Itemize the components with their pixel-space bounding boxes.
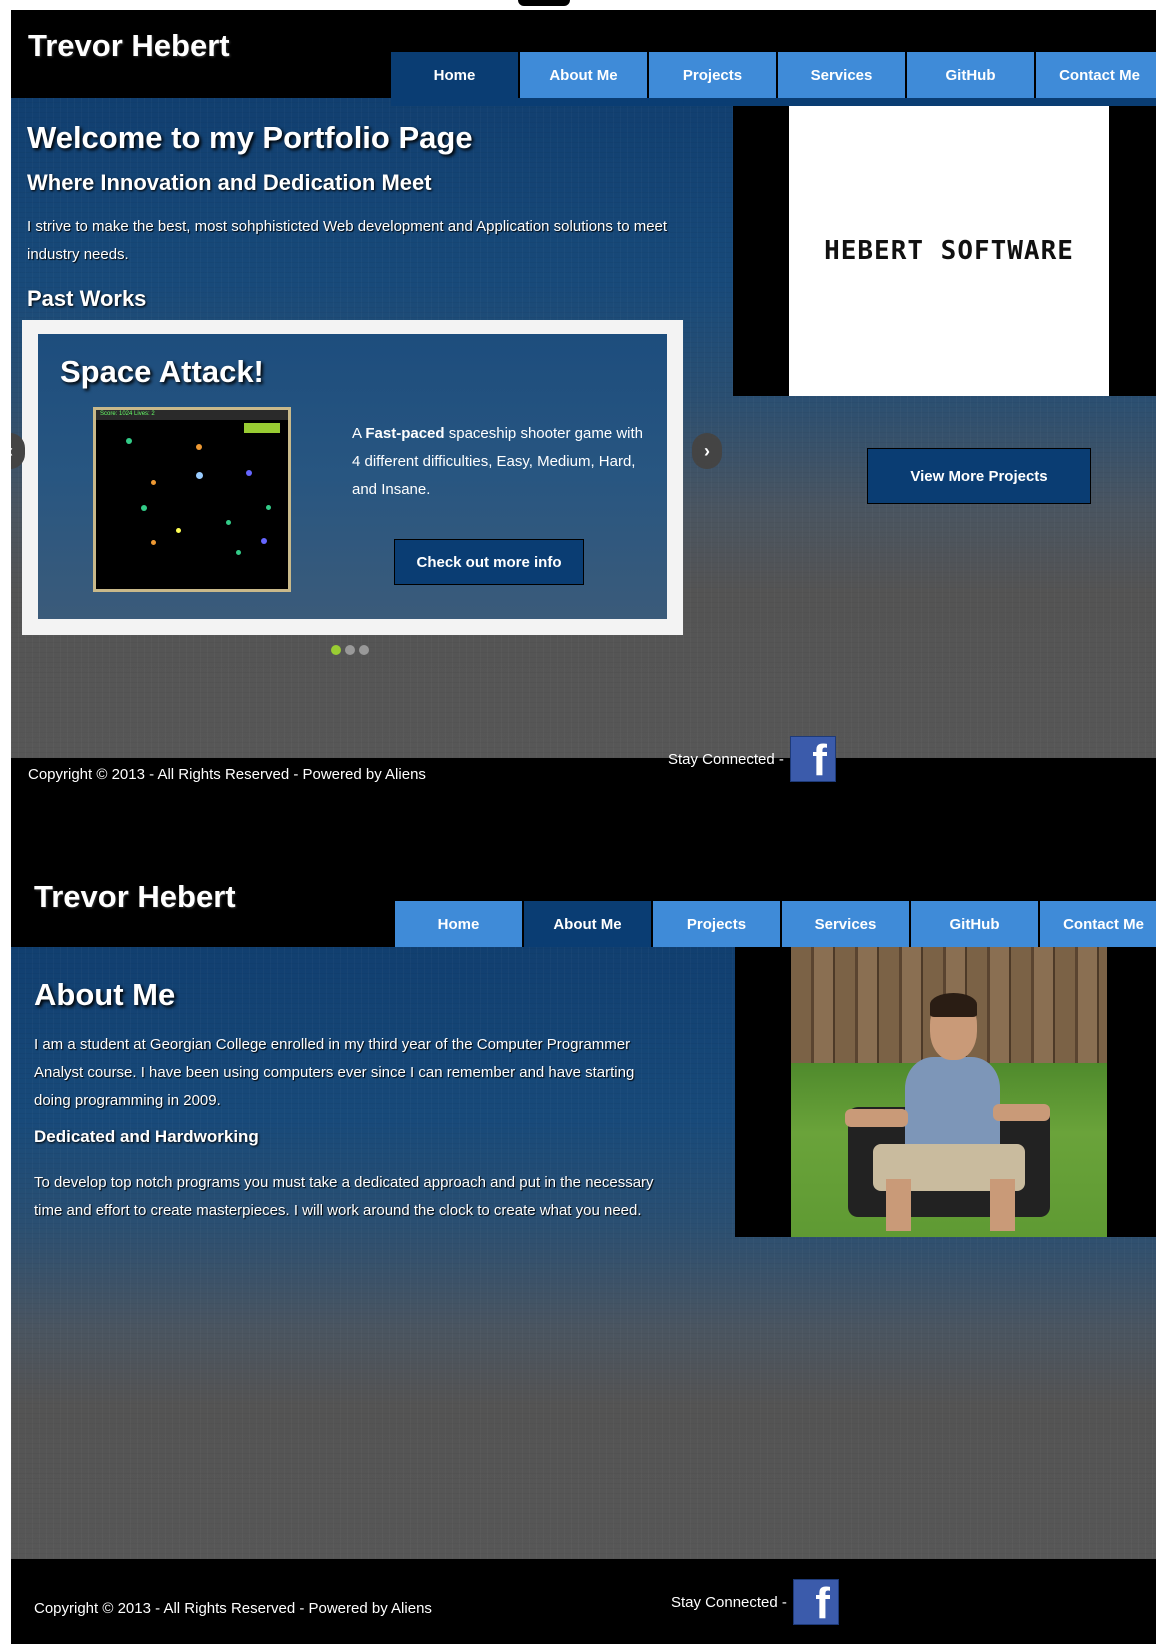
site-brand[interactable]: Trevor Hebert [28,28,230,64]
carousel-next-button[interactable]: › [692,433,722,469]
photo-person-arm [993,1103,1051,1121]
about-paragraph-1: I am a student at Georgian College enrol… [34,1036,635,1109]
carousel-indicators [331,645,369,655]
logo-card: HEBERT SOFTWARE [789,106,1109,396]
enemy-ship [226,520,231,525]
slide-title: Space Attack! [60,354,264,389]
chevron-right-icon: › [704,440,710,461]
about-paragraph-2: To develop top notch programs you must t… [34,1174,654,1219]
tab-about-me[interactable]: About Me [520,52,647,98]
stay-connected-label: Stay Connected - [671,1593,787,1611]
main-content: About Me I am a student at Georgian Coll… [11,947,1156,1559]
page-title: Welcome to my Portfolio Page [27,120,473,155]
game-hud: Score: 1024 Lives: 2 [100,411,155,417]
carousel-indicator[interactable] [331,645,341,655]
site-header: Trevor Hebert Home About Me Projects Ser… [11,859,1156,947]
enemy-ship [141,505,147,511]
enemy-ship [151,540,156,545]
slide-description: A Fast-paced spaceship shooter game with… [352,420,652,504]
tab-projects[interactable]: Projects [653,901,780,947]
past-works-heading: Past Works [27,286,147,311]
profile-photo-frame [735,947,1156,1237]
tab-github[interactable]: GitHub [911,901,1038,947]
tab-home[interactable]: Home [391,52,518,98]
chevron-left-icon: ‹ [11,441,13,462]
photo-person-hair [930,993,978,1017]
stay-connected: Stay Connected - f [671,1579,839,1626]
enemy-ship [196,444,202,450]
tab-projects[interactable]: Projects [649,52,776,98]
site-footer: Copyright © 2013 - All Rights Reserved -… [11,1559,1156,1644]
carousel-indicator[interactable] [345,645,355,655]
tab-home[interactable]: Home [395,901,522,947]
main-nav: Home About Me Projects Services GitHub C… [391,52,1156,98]
facebook-icon[interactable]: f [789,736,836,783]
photo-person-leg [885,1179,912,1232]
tab-contact-me[interactable]: Contact Me [1040,901,1156,947]
game-titlebar: Score: 1024 Lives: 2 [96,410,288,420]
screenshot-divider [11,815,1156,859]
carousel-slide: Space Attack! Score: 1024 Lives: 2 A Fas… [38,334,667,619]
dedicated-heading: Dedicated and Hardworking [34,1127,259,1146]
copyright-text: Copyright © 2013 - All Rights Reserved -… [28,766,426,783]
logo-frame: HEBERT SOFTWARE [733,106,1156,396]
stay-connected-label: Stay Connected - [668,750,784,768]
hebert-software-logo: HEBERT SOFTWARE [824,236,1074,266]
tab-contact-me[interactable]: Contact Me [1036,52,1156,98]
tab-github[interactable]: GitHub [907,52,1034,98]
about-page-screenshot: Trevor Hebert Home About Me Projects Ser… [11,859,1156,1644]
copyright-text: Copyright © 2013 - All Rights Reserved -… [34,1600,432,1617]
tab-services[interactable]: Services [778,52,905,98]
site-brand[interactable]: Trevor Hebert [34,879,236,915]
enemy-ship [151,480,156,485]
profile-photo [791,947,1107,1237]
check-out-more-info-button[interactable]: Check out more info [394,539,584,585]
stay-connected: Stay Connected - f [668,736,836,783]
top-mark [518,0,570,6]
enemy-ship [261,538,267,544]
page-title: About Me [34,977,176,1012]
enemy-ship [236,550,241,555]
space-attack-screenshot: Score: 1024 Lives: 2 [93,407,291,592]
player-ship [196,472,203,479]
main-nav: Home About Me Projects Services GitHub C… [395,901,1156,947]
slide-desc-prefix: A [352,425,366,442]
photo-person-arm [844,1109,908,1127]
game-health-bar [244,423,280,433]
site-header: Trevor Hebert Home About Me Projects Ser… [11,10,1156,98]
main-content: Welcome to my Portfolio Page Where Innov… [11,98,1156,758]
enemy-ship [246,470,252,476]
site-footer: Copyright © 2013 - All Rights Reserved -… [11,736,1156,815]
top-strip [0,0,1156,10]
enemy-ship [176,528,181,533]
tab-about-me[interactable]: About Me [524,901,651,947]
slide-desc-bold: Fast-paced [365,425,445,442]
view-more-projects-button[interactable]: View More Projects [867,448,1091,504]
facebook-icon[interactable]: f [792,1579,839,1626]
page-subtitle: Where Innovation and Dedication Meet [27,170,432,195]
photo-person-leg [990,1179,1016,1232]
carousel-indicator[interactable] [359,645,369,655]
enemy-ship [126,438,132,444]
home-page-screenshot: Trevor Hebert Home About Me Projects Ser… [11,10,1156,815]
intro-text: I strive to make the best, most sohphist… [27,218,668,263]
nav-underline [391,98,1156,106]
past-works-carousel: Space Attack! Score: 1024 Lives: 2 A Fas… [22,320,683,635]
tab-services[interactable]: Services [782,901,909,947]
enemy-ship [266,505,271,510]
